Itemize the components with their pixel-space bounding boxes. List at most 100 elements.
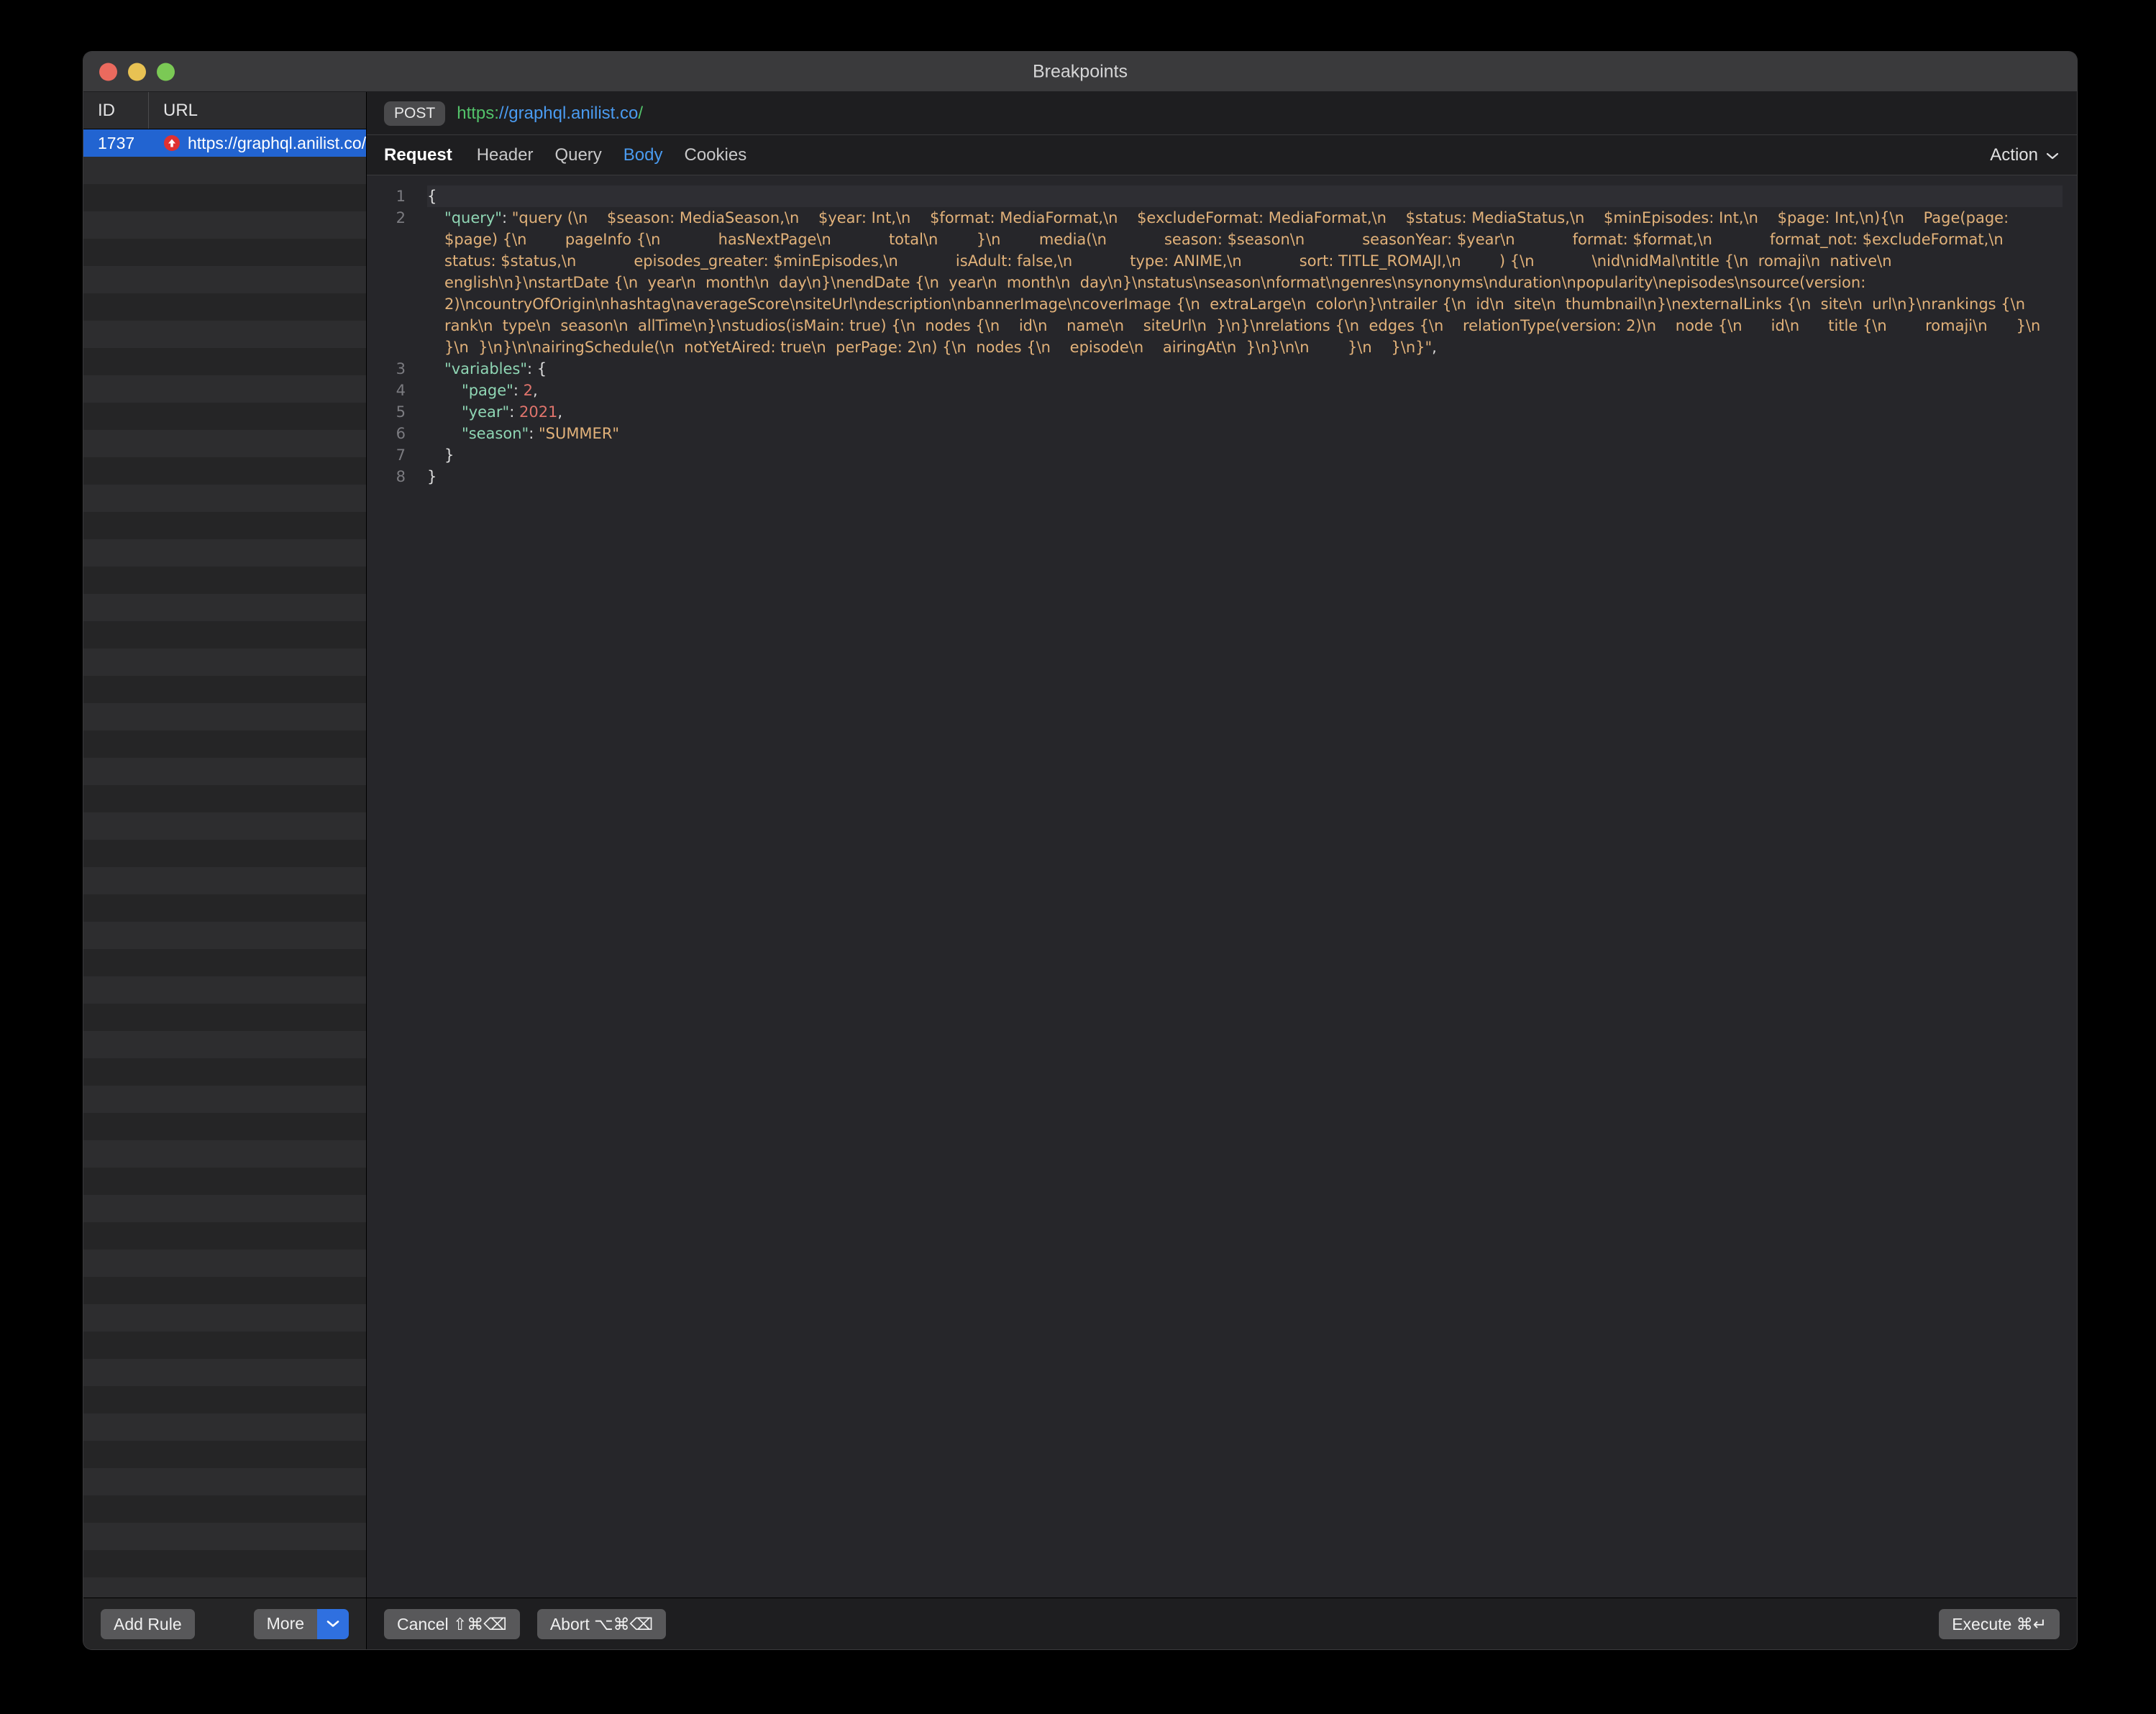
empty-row[interactable] bbox=[83, 812, 367, 840]
empty-row[interactable] bbox=[83, 1168, 367, 1195]
empty-row[interactable] bbox=[83, 184, 367, 211]
empty-row[interactable] bbox=[83, 1386, 367, 1413]
body-code-editor[interactable]: 1 2 3 4 5 6 7 8 { "query": "query (\n $s… bbox=[367, 175, 2077, 1598]
empty-row[interactable] bbox=[83, 1468, 367, 1495]
empty-row[interactable] bbox=[83, 1332, 367, 1359]
empty-row[interactable] bbox=[83, 1523, 367, 1550]
empty-row[interactable] bbox=[83, 485, 367, 512]
execute-button[interactable]: Execute ⌘↵ bbox=[1939, 1608, 2060, 1639]
empty-row[interactable] bbox=[83, 1195, 367, 1222]
request-footer: Cancel ⇧⌘⌫ Abort ⌥⌘⌫ Execute ⌘↵ bbox=[367, 1598, 2077, 1649]
code-token-comma: , bbox=[532, 382, 538, 399]
tab-query[interactable]: Query bbox=[554, 145, 601, 165]
rules-list[interactable]: 1737 https://graphql.anilist.co/ bbox=[83, 129, 367, 1598]
empty-row[interactable] bbox=[83, 211, 367, 239]
empty-row[interactable] bbox=[83, 922, 367, 949]
empty-row[interactable] bbox=[83, 239, 367, 266]
empty-row[interactable] bbox=[83, 512, 367, 539]
empty-row[interactable] bbox=[83, 1222, 367, 1250]
code-token-brace: { bbox=[427, 188, 437, 205]
empty-row[interactable] bbox=[83, 321, 367, 348]
empty-row[interactable] bbox=[83, 1031, 367, 1058]
empty-row[interactable] bbox=[83, 758, 367, 785]
empty-row[interactable] bbox=[83, 1359, 367, 1386]
empty-row[interactable] bbox=[83, 1086, 367, 1113]
tab-request[interactable]: Request bbox=[384, 145, 452, 165]
empty-row[interactable] bbox=[83, 375, 367, 403]
editor-code-lines[interactable]: { "query": "query (\n $season: MediaSeas… bbox=[410, 175, 2077, 1598]
abort-button[interactable]: Abort ⌥⌘⌫ bbox=[536, 1608, 667, 1639]
tab-body[interactable]: Body bbox=[623, 145, 663, 165]
tab-cookies[interactable]: Cookies bbox=[685, 145, 747, 165]
empty-row[interactable] bbox=[83, 649, 367, 676]
chevron-down-icon[interactable] bbox=[317, 1608, 350, 1639]
empty-row[interactable] bbox=[83, 266, 367, 293]
empty-row[interactable] bbox=[83, 1277, 367, 1304]
window-titlebar: Breakpoints bbox=[83, 52, 2077, 92]
empty-row[interactable] bbox=[83, 348, 367, 375]
tab-header[interactable]: Header bbox=[477, 145, 534, 165]
code-line-2: "query": "query (\n $season: MediaSeason… bbox=[427, 207, 2063, 358]
empty-row[interactable] bbox=[83, 1004, 367, 1031]
empty-row[interactable] bbox=[83, 840, 367, 867]
add-rule-button[interactable]: Add Rule bbox=[101, 1608, 195, 1639]
empty-row[interactable] bbox=[83, 949, 367, 976]
empty-row[interactable] bbox=[83, 157, 367, 184]
request-url[interactable]: https://graphql.anilist.co/ bbox=[457, 104, 643, 124]
line-number-spacer bbox=[367, 229, 410, 358]
empty-row[interactable] bbox=[83, 1577, 367, 1598]
empty-row[interactable] bbox=[83, 621, 367, 649]
empty-row[interactable] bbox=[83, 293, 367, 321]
action-menu-button[interactable]: Action bbox=[1990, 145, 2060, 165]
empty-row[interactable] bbox=[83, 539, 367, 567]
rules-column-header: ID URL bbox=[83, 92, 367, 129]
row-url-text: https://graphql.anilist.co/ bbox=[188, 133, 367, 152]
column-header-url[interactable]: URL bbox=[148, 92, 366, 129]
empty-row[interactable] bbox=[83, 1550, 367, 1577]
empty-row[interactable] bbox=[83, 976, 367, 1004]
empty-row[interactable] bbox=[83, 1058, 367, 1086]
request-tabs: Request Header Query Body Cookies Action bbox=[367, 135, 2077, 175]
line-number: 8 bbox=[396, 468, 406, 485]
line-number: 1 bbox=[396, 188, 406, 205]
code-token-comma: , bbox=[557, 403, 563, 421]
code-token-key: "page" bbox=[462, 382, 513, 399]
code-line-5: "year": 2021, bbox=[427, 401, 2063, 423]
empty-row[interactable] bbox=[83, 1113, 367, 1140]
code-token-colon: : bbox=[529, 425, 539, 442]
empty-row[interactable] bbox=[83, 867, 367, 894]
empty-row[interactable] bbox=[83, 1304, 367, 1332]
empty-row[interactable] bbox=[83, 457, 367, 485]
empty-row[interactable] bbox=[83, 403, 367, 430]
column-header-id[interactable]: ID bbox=[83, 92, 148, 129]
empty-row[interactable] bbox=[83, 1495, 367, 1523]
code-token-colon: : bbox=[501, 209, 512, 226]
cancel-button[interactable]: Cancel ⇧⌘⌫ bbox=[384, 1608, 520, 1639]
empty-row[interactable] bbox=[83, 676, 367, 703]
empty-row[interactable] bbox=[83, 594, 367, 621]
empty-row[interactable] bbox=[83, 1140, 367, 1168]
empty-row[interactable] bbox=[83, 567, 367, 594]
more-button-group[interactable]: More bbox=[253, 1608, 350, 1639]
empty-row[interactable] bbox=[83, 785, 367, 812]
empty-row[interactable] bbox=[83, 1250, 367, 1277]
code-token-number: 2 bbox=[523, 382, 533, 399]
more-button[interactable]: More bbox=[253, 1608, 318, 1639]
table-row[interactable]: 1737 https://graphql.anilist.co/ bbox=[83, 129, 367, 157]
code-token-key: "season" bbox=[462, 425, 529, 442]
url-scheme: https: bbox=[457, 103, 499, 123]
empty-row[interactable] bbox=[83, 703, 367, 730]
code-token-key: "variables" bbox=[444, 360, 528, 377]
code-token-string: "query (\n $season: MediaSeason,\n $year… bbox=[444, 209, 2061, 356]
empty-rows-region bbox=[83, 157, 367, 1598]
empty-row[interactable] bbox=[83, 894, 367, 922]
empty-row[interactable] bbox=[83, 430, 367, 457]
empty-row[interactable] bbox=[83, 1441, 367, 1468]
code-token-brace: } bbox=[444, 446, 455, 464]
empty-row[interactable] bbox=[83, 1413, 367, 1441]
empty-row[interactable] bbox=[83, 730, 367, 758]
url-host: //graphql.anilist.co bbox=[498, 103, 639, 123]
line-number: 7 bbox=[396, 446, 406, 464]
code-line-1: { bbox=[427, 185, 2063, 207]
code-token-string: "SUMMER" bbox=[538, 425, 620, 442]
